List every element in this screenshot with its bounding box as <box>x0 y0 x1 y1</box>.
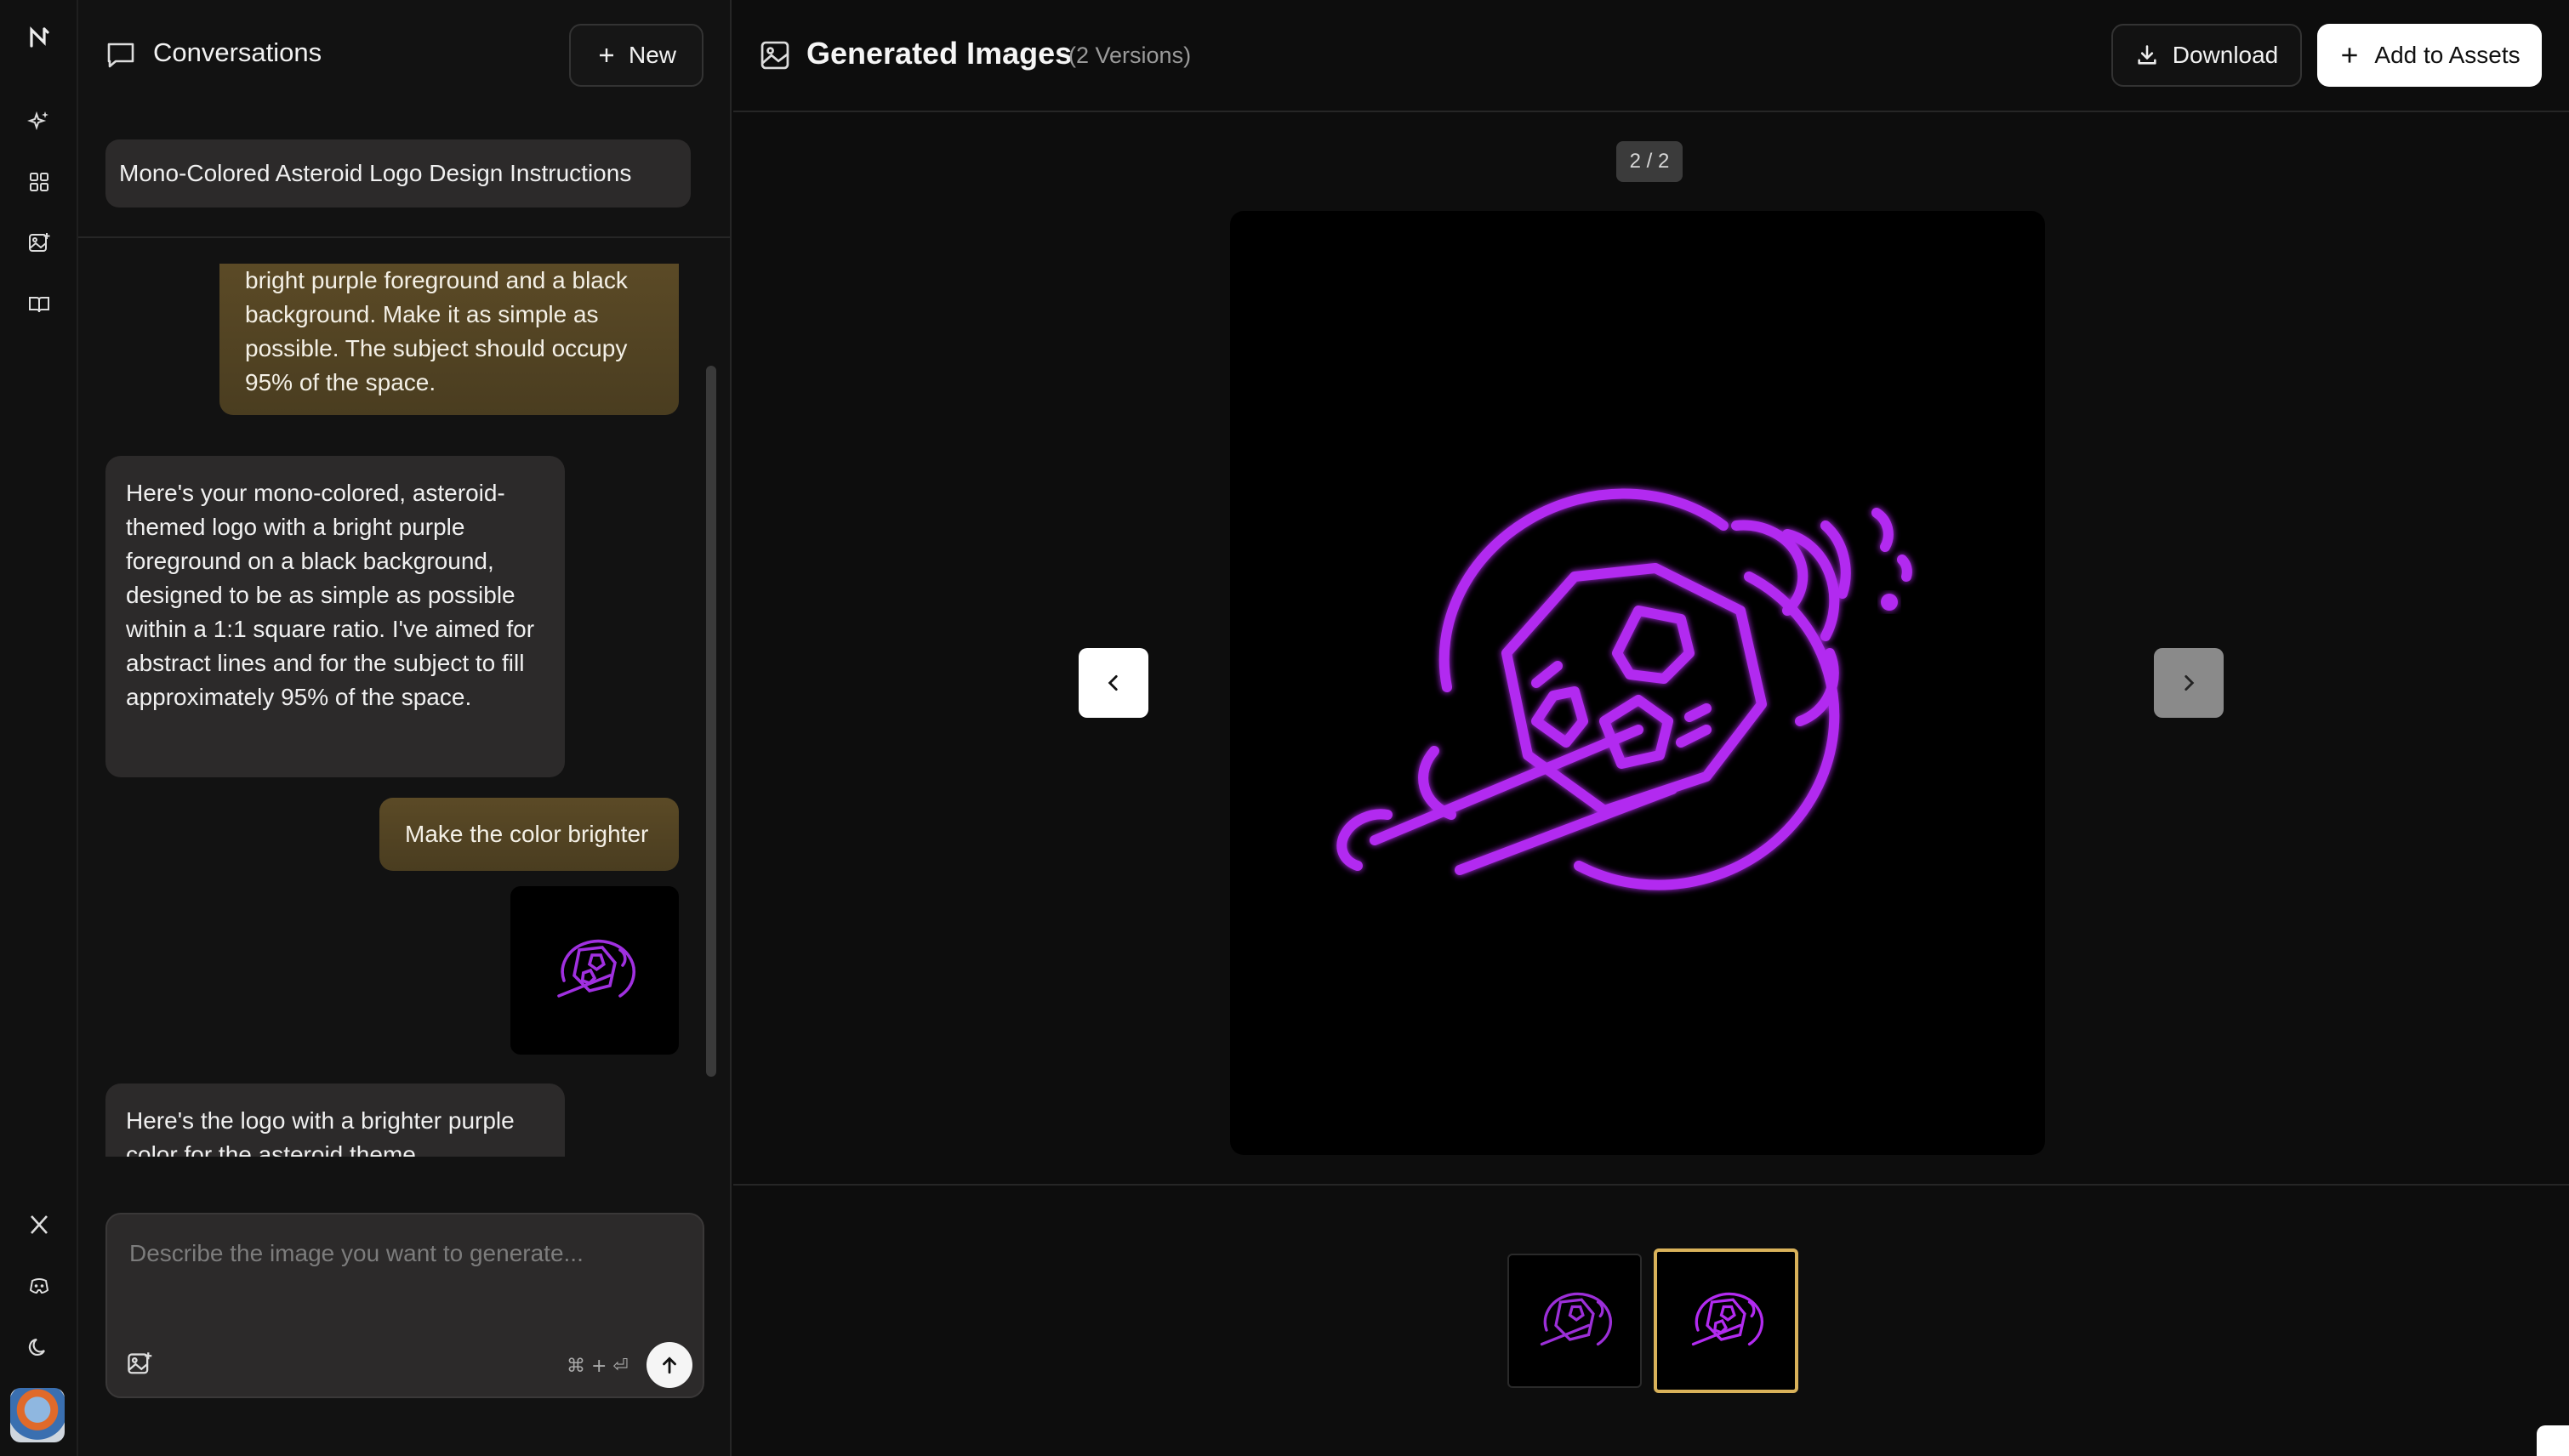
message-line: bright purple foreground and a black <box>245 267 628 293</box>
version-counter: 2 / 2 <box>1616 141 1683 182</box>
new-button-label: New <box>628 42 676 68</box>
message-line: themed logo with a bright purple <box>126 514 465 540</box>
message-line: color for the asteroid theme <box>126 1141 416 1157</box>
image-add-icon[interactable] <box>22 226 56 260</box>
asteroid-logo-image <box>1336 488 1912 890</box>
asteroid-logo-icon <box>1691 1292 1763 1346</box>
assistant-message: Here's the logo with a brighter purple c… <box>105 1083 565 1157</box>
arrow-up-icon <box>663 1356 676 1374</box>
chevron-left-icon <box>1108 675 1118 691</box>
message-line: foreground on a black background, <box>126 548 494 574</box>
sparkle-icon[interactable] <box>22 104 56 138</box>
message-line: background. Make it as simple as <box>245 301 599 327</box>
conversations-panel: Conversations New Mono-Colored Asteroid … <box>78 0 732 1456</box>
user-message: Make the color brighter <box>379 798 679 871</box>
discord-icon[interactable] <box>22 1269 56 1303</box>
image-icon <box>759 39 791 71</box>
prompt-input[interactable] <box>128 1238 684 1327</box>
moon-icon[interactable] <box>22 1330 56 1364</box>
conversation-topic[interactable]: Mono-Colored Asteroid Logo Design Instru… <box>105 139 691 208</box>
version-count: (2 Versions) <box>1068 43 1192 68</box>
message-line: Here's the logo with a brighter purple <box>126 1107 515 1134</box>
avatar[interactable] <box>10 1388 65 1442</box>
app-rail <box>0 0 78 1456</box>
message-line: within a 1:1 square ratio. I've aimed fo… <box>126 616 535 642</box>
new-conversation-button[interactable]: New <box>569 24 703 87</box>
message-line: abstract lines and for the subject to fi… <box>126 650 525 676</box>
add-to-assets-button[interactable]: Add to Assets <box>2317 24 2542 87</box>
prompt-composer: ⌘ + ⏎ <box>105 1213 704 1398</box>
download-button[interactable]: Download <box>2111 24 2302 87</box>
grid-icon[interactable] <box>22 165 56 199</box>
message-line: Here's your mono-colored, asteroid- <box>126 480 505 506</box>
send-button[interactable] <box>647 1342 692 1388</box>
image-attach-icon[interactable] <box>126 1351 157 1381</box>
image-preview <box>1230 211 2045 1155</box>
plus-icon <box>599 48 613 62</box>
corner-widget[interactable] <box>2537 1425 2569 1456</box>
x-icon[interactable] <box>22 1208 56 1242</box>
generated-images-panel: Generated Images (2 Versions) Download A… <box>733 0 2569 1456</box>
message-line: possible. The subject should occupy <box>245 335 628 361</box>
scrollbar[interactable] <box>706 366 716 1077</box>
asteroid-logo-icon <box>1540 1292 1612 1346</box>
version-thumbnail-2-selected[interactable] <box>1654 1248 1798 1393</box>
message-line: approximately 95% of the space. <box>126 684 472 710</box>
conversations-title: Conversations <box>153 37 322 67</box>
assistant-message: Here's your mono-colored, asteroid- them… <box>105 456 565 777</box>
user-message: bright purple foreground and a black bac… <box>219 264 679 415</box>
divider <box>78 236 732 238</box>
chevron-right-icon <box>2185 675 2195 691</box>
add-to-assets-label: Add to Assets <box>2374 42 2521 68</box>
version-thumbnail-1[interactable] <box>1507 1254 1642 1388</box>
page-title: Generated Images <box>806 36 1073 71</box>
asteroid-logo-icon <box>557 939 635 998</box>
book-icon[interactable] <box>22 287 56 321</box>
download-icon <box>2138 45 2156 65</box>
message-line: designed to be as simple as possible <box>126 582 516 608</box>
generated-image-thumbnail[interactable] <box>510 886 679 1055</box>
main-header: Generated Images (2 Versions) Download A… <box>733 0 2569 112</box>
message-list[interactable]: bright purple foreground and a black bac… <box>78 264 732 1157</box>
plus-icon <box>2342 48 2358 63</box>
chat-icon <box>105 39 136 70</box>
download-label: Download <box>2172 42 2279 68</box>
previous-version-button[interactable] <box>1079 648 1148 718</box>
app-logo-icon[interactable] <box>22 20 56 54</box>
divider <box>733 1184 2569 1186</box>
shortcut-hint: ⌘ + ⏎ <box>567 1356 629 1377</box>
next-version-button[interactable] <box>2154 648 2224 718</box>
conversations-header: Conversations New <box>78 0 732 111</box>
message-line: 95% of the space. <box>245 369 436 395</box>
